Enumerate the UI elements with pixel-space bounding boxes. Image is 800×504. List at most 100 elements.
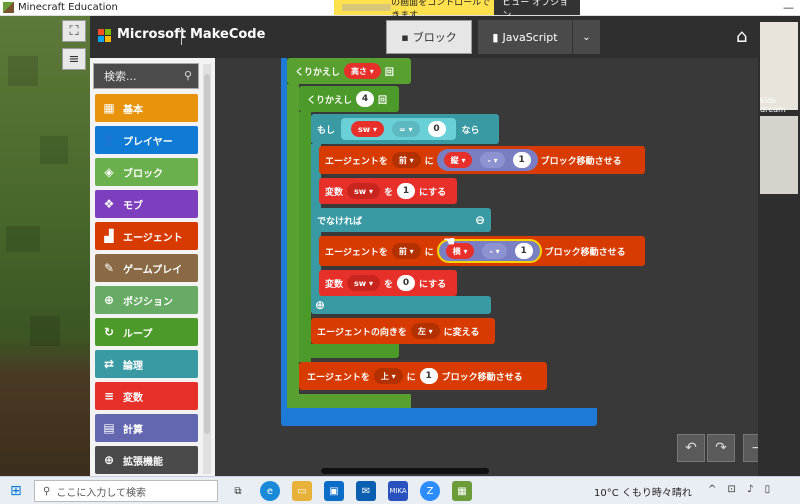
set2-var-dropdown[interactable]: sw ▾ xyxy=(347,275,380,291)
category-icon: ▟ xyxy=(104,229,114,243)
move1-value-input[interactable]: 1 xyxy=(512,152,531,168)
move2-ni: に xyxy=(424,247,434,258)
category-label: 拡張機能 xyxy=(123,456,163,468)
redo-icon[interactable]: ↷ xyxy=(707,434,735,462)
move2-suffix: ブロック移動させる xyxy=(544,247,626,258)
turn-direction-dropdown[interactable]: 左 ▾ xyxy=(410,323,440,339)
agent-move-block-1[interactable]: エージェントを 前 ▾ に 縦 ▾ - ▾ 1 ブロック移動させる xyxy=(319,146,645,174)
set2-value-input[interactable]: 0 xyxy=(397,275,415,291)
menu-icon[interactable]: ≡ xyxy=(62,48,86,70)
if-label: もし xyxy=(317,125,336,136)
store-icon[interactable]: ▣ xyxy=(324,481,344,501)
repeat-inner-block[interactable]: くりかえし 4 回 xyxy=(299,86,399,112)
agent-move-up-block[interactable]: エージェントを 上 ▾ に 1 ブロック移動させる xyxy=(299,362,547,390)
video-participant-panel: kids dream xyxy=(758,16,800,476)
weather-widget[interactable]: 10°C くもり時々晴れ xyxy=(594,484,692,499)
move2-value-input[interactable]: 1 xyxy=(514,243,533,259)
chevron-down-icon[interactable]: ⌄ xyxy=(572,20,600,54)
tab-javascript[interactable]: ▮ JavaScript xyxy=(478,20,572,54)
toolbox-category[interactable]: ▦ 基本 xyxy=(95,94,198,122)
workspace-scrollbar[interactable] xyxy=(321,468,489,474)
category-label: 計算 xyxy=(123,424,143,436)
var-height-dropdown[interactable]: 高さ ▾ xyxy=(344,63,381,79)
compare-value-input[interactable]: 0 xyxy=(427,121,446,137)
set1-var-dropdown[interactable]: sw ▾ xyxy=(347,183,380,199)
toolbox-category[interactable]: ↻ ループ xyxy=(95,318,198,346)
repeat-inner-foot xyxy=(299,344,399,358)
else-block[interactable]: でなければ ⊖ xyxy=(311,208,491,232)
tab-blocks-label: ブロック xyxy=(412,31,457,44)
home-icon[interactable]: ⌂ xyxy=(736,26,747,47)
set1-suffix: にする xyxy=(419,187,447,198)
taskbar-search-input[interactable]: ⚲ ここに入力して検索 xyxy=(34,480,218,502)
participant-video-2 xyxy=(760,116,798,194)
makecode-header: Microsoft MakeCode ▪ ブロック ▮ JavaScript ⌄… xyxy=(90,16,758,58)
task-view-icon[interactable]: ⧉ xyxy=(228,481,248,501)
category-icon: ⊕ xyxy=(103,293,115,307)
code-icon: ▮ xyxy=(492,30,499,44)
category-label: ポジション xyxy=(123,296,173,308)
set-variable-block-1[interactable]: 変数 sw ▾ を 1 にする xyxy=(319,178,457,204)
view-options-button[interactable]: ビュー オプション ⌄ xyxy=(494,0,580,21)
category-label: ループ xyxy=(123,328,153,340)
category-icon: ⊕ xyxy=(103,453,115,467)
blurred-name xyxy=(342,4,392,11)
system-tray[interactable]: ^ ⊡ ♪ ▯ xyxy=(708,484,774,495)
minus-op-dropdown[interactable]: - ▾ xyxy=(480,152,505,168)
undo-icon[interactable]: ↶ xyxy=(677,434,705,462)
toolbox-category[interactable]: ⊕ ポジション xyxy=(95,286,198,314)
move-up-value-input[interactable]: 1 xyxy=(419,368,438,384)
toolbox-category[interactable]: ✎ ゲームプレイ xyxy=(95,254,198,282)
toolbox-category[interactable]: ≡ 変数 xyxy=(95,382,198,410)
edge-browser-icon[interactable]: e xyxy=(260,481,280,501)
mika-app-icon[interactable]: MIKA xyxy=(388,481,408,501)
toolbox-category[interactable]: 👤 プレイヤー xyxy=(95,126,198,154)
tab-blocks[interactable]: ▪ ブロック xyxy=(386,20,472,54)
category-icon: ↻ xyxy=(103,325,115,339)
repeat-outer-block[interactable]: くりかえし 高さ ▾ 回 xyxy=(287,58,411,84)
var-tate-dropdown[interactable]: 縦 ▾ xyxy=(443,152,473,168)
toolbox-category[interactable]: ⊕ 拡張機能 xyxy=(95,446,198,474)
agent-move-block-2[interactable]: エージェントを 前 ▾ に 横 ▾ - ▾ 1 ブロック移動させる xyxy=(319,236,645,266)
remove-else-icon[interactable]: ⊖ xyxy=(475,213,485,227)
add-else-icon[interactable]: ⊕ xyxy=(315,298,325,312)
set2-suffix: にする xyxy=(419,279,447,290)
minimize-button[interactable]: — xyxy=(783,1,794,14)
agent-turn-block[interactable]: エージェントの向きを 左 ▾ に変える xyxy=(311,318,495,344)
brand-microsoft: Microsoft xyxy=(117,27,186,42)
var-sw-dropdown[interactable]: sw ▾ xyxy=(351,121,384,137)
category-icon: 👤 xyxy=(101,133,117,147)
expand-icon[interactable]: ⛶ xyxy=(62,20,86,42)
move1-direction-dropdown[interactable]: 前 ▾ xyxy=(391,152,421,168)
toolbox-category[interactable]: ⇄ 論理 xyxy=(95,350,198,378)
toolbox-search-input[interactable]: 検索... ⚲ xyxy=(93,63,199,89)
file-explorer-icon[interactable]: ▭ xyxy=(292,481,312,501)
windows-start-icon[interactable]: ⊞ xyxy=(10,483,22,499)
tab-js-label: JavaScript xyxy=(502,30,558,44)
toolbox-category[interactable]: ▟ エージェント xyxy=(95,222,198,250)
minecraft-taskbar-icon[interactable]: ▦ xyxy=(452,481,472,501)
blocks-workspace[interactable]: くりかえし 高さ ▾ 回 くりかえし 4 回 もし sw ▾ = ▾ 0 なら … xyxy=(215,58,758,476)
mail-icon[interactable]: ✉ xyxy=(356,481,376,501)
zoom-out-icon[interactable]: − xyxy=(743,434,758,462)
toolbox: 検索... ⚲ ▦ 基本 👤 プレイヤー ◈ ブロック ❖ モブ ▟ エージェント ✎ ゲームプレイ ⊕… xyxy=(90,58,215,476)
repeat-count-input[interactable]: 4 xyxy=(356,91,375,107)
toolbox-scrollbar[interactable] xyxy=(203,64,211,474)
repeat-outer-label: くりかえし xyxy=(295,67,341,78)
if-block[interactable]: もし sw ▾ = ▾ 0 なら xyxy=(311,114,499,144)
compare-op-dropdown[interactable]: = ▾ xyxy=(391,121,420,137)
toolbox-category[interactable]: ▤ 計算 xyxy=(95,414,198,442)
zoom-app-icon[interactable]: Z xyxy=(420,481,440,501)
set2-label: 変数 xyxy=(325,279,344,290)
repeat-outer-suffix: 回 xyxy=(384,67,394,78)
toolbox-category[interactable]: ◈ ブロック xyxy=(95,158,198,186)
set1-value-input[interactable]: 1 xyxy=(397,183,415,199)
move2-direction-dropdown[interactable]: 前 ▾ xyxy=(391,243,421,259)
toolbox-category[interactable]: ❖ モブ xyxy=(95,190,198,218)
move-up-direction-dropdown[interactable]: 上 ▾ xyxy=(373,368,403,384)
move-up-label: エージェントを xyxy=(307,372,370,383)
taskbar-search-placeholder: ここに入力して検索 xyxy=(56,487,147,499)
set-variable-block-2[interactable]: 変数 sw ▾ を 0 にする xyxy=(319,270,457,296)
minus-op-dropdown-2[interactable]: - ▾ xyxy=(482,243,507,259)
turn-label: エージェントの向きを xyxy=(317,327,407,338)
